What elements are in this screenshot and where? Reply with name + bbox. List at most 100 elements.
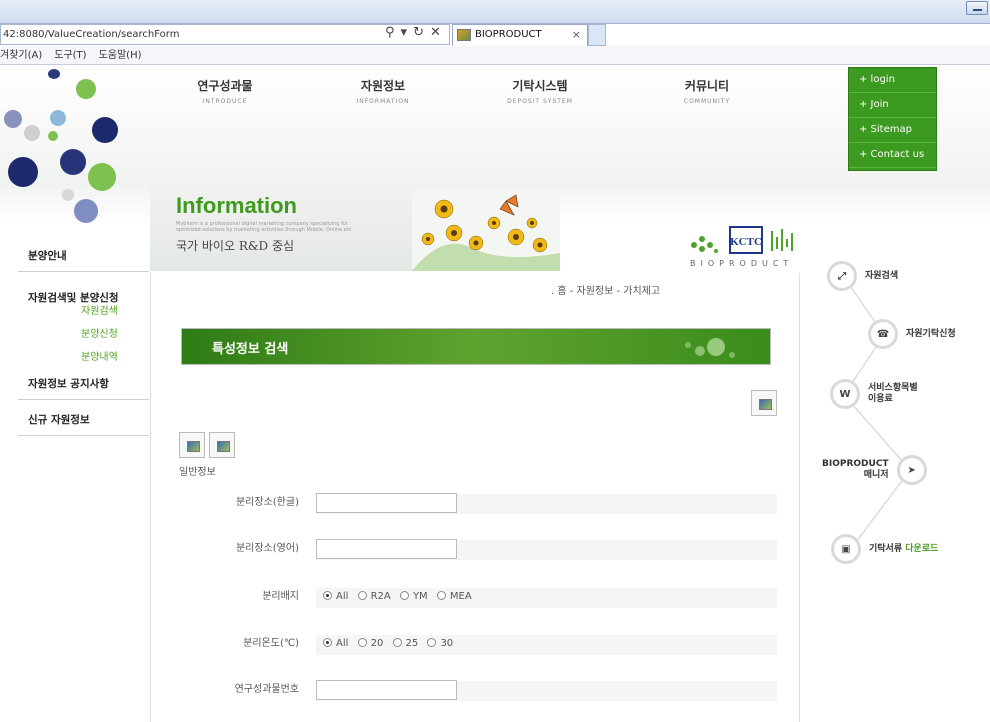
radio-medium-mea[interactable] bbox=[436, 591, 446, 600]
radio-label: YM bbox=[412, 591, 428, 602]
dropdown-icon[interactable]: ▾ bbox=[401, 25, 414, 40]
quick-menu-connector bbox=[843, 276, 911, 551]
main-content: . 홈 - 자원정보 - 가치제고 특성정보 검색 일반정보 분리장소(한글) … bbox=[150, 273, 800, 722]
gnb-community[interactable]: 커뮤니티 COMMUNITY bbox=[652, 77, 762, 105]
gnb-introduce[interactable]: 연구성과물 INTRODUCE bbox=[170, 77, 280, 105]
radio-medium-r2a[interactable] bbox=[357, 591, 367, 600]
quick-service-fee[interactable]: W 서비스항목별 이용료 bbox=[830, 379, 918, 409]
location-en-input[interactable] bbox=[316, 539, 457, 559]
tab-title: BIOPRODUCT bbox=[475, 29, 542, 40]
field-label: 분리장소(한글) bbox=[235, 497, 299, 508]
quick-label: BIOPRODUCT 매니저 bbox=[822, 459, 889, 480]
gnb-deposit-system[interactable]: 기탁시스템 DEPOSIT SYSTEM bbox=[485, 77, 595, 105]
window-titlebar bbox=[0, 0, 990, 24]
menu-help[interactable]: 도움말(H) bbox=[99, 50, 142, 61]
refresh-icon[interactable]: ↻ bbox=[413, 25, 430, 40]
field-row-temperature: 분리온도(℃) All 20 25 30 bbox=[151, 633, 801, 657]
quick-deposit-apply[interactable]: ☎ 자원기탁신청 bbox=[868, 319, 956, 349]
menu-bar: 겨찾기(A) 도구(T) 도움말(H) bbox=[0, 46, 990, 65]
kctc-logo-text: KCTC bbox=[730, 236, 762, 248]
gnb-sublabel: INFORMATION bbox=[356, 98, 410, 105]
minimize-button[interactable] bbox=[966, 1, 988, 15]
result-number-input[interactable] bbox=[316, 680, 457, 700]
gnb-label: 기탁시스템 bbox=[512, 79, 568, 93]
cursor-icon: ➤ bbox=[896, 455, 927, 485]
menu-favorites[interactable]: 겨찾기(A) bbox=[0, 50, 42, 61]
field-label: 분리배지 bbox=[262, 591, 299, 602]
quick-bioproduct-manager[interactable]: BIOPRODUCT 매니저 ➤ bbox=[822, 455, 927, 485]
field-label: 분리장소(영어) bbox=[235, 543, 299, 554]
quick-deposit-documents[interactable]: ▣ 기탁서류 다운로드 bbox=[831, 534, 938, 564]
contact-link[interactable]: + Contact us bbox=[849, 143, 936, 168]
search-icon[interactable]: ⚲ bbox=[385, 25, 401, 40]
radio-label: 20 bbox=[370, 638, 384, 649]
link-icon: ⤢ bbox=[827, 261, 857, 291]
general-info-label: 일반정보 bbox=[179, 467, 216, 478]
temperature-radio-group: All 20 25 30 bbox=[323, 638, 459, 649]
quick-label: 자원기탁신청 bbox=[906, 328, 956, 339]
tab-bioproduct[interactable]: BIOPRODUCT × bbox=[452, 24, 588, 46]
radio-label: 30 bbox=[440, 638, 454, 649]
gnb-label: 커뮤니티 bbox=[684, 79, 730, 93]
banner-title: Information bbox=[176, 193, 297, 218]
radio-temp-20[interactable] bbox=[357, 638, 367, 647]
gnb-sublabel: INTRODUCE bbox=[202, 98, 248, 105]
quick-label: 서비스항목별 이용료 bbox=[868, 383, 918, 404]
sitemap-link[interactable]: + Sitemap bbox=[849, 118, 936, 143]
field-label: 분리온도(℃) bbox=[243, 638, 299, 649]
address-bar[interactable]: 42:8080/ValueCreation/searchForm bbox=[0, 24, 450, 45]
medium-radio-group: All R2A YM MEA bbox=[323, 591, 478, 602]
field-row-location-en: 분리장소(영어) bbox=[151, 538, 801, 562]
location-ko-input[interactable] bbox=[316, 493, 457, 513]
radio-temp-all[interactable] bbox=[323, 638, 332, 647]
phone-icon: ☎ bbox=[868, 319, 898, 349]
banner-subtitle: 국가 바이오 R&D 중심 bbox=[176, 239, 295, 253]
radio-label: All bbox=[336, 591, 349, 602]
sunflower-butterfly-image bbox=[412, 193, 560, 271]
page: 연구성과물 INTRODUCE 자원정보 INFORMATION 기탁시스템 D… bbox=[0, 65, 990, 722]
gnb-sublabel: DEPOSIT SYSTEM bbox=[507, 98, 573, 105]
favicon-icon bbox=[457, 29, 471, 41]
menu-tools[interactable]: 도구(T) bbox=[54, 50, 86, 61]
radio-label: 25 bbox=[405, 638, 419, 649]
join-link[interactable]: + Join bbox=[849, 93, 936, 118]
radio-temp-25[interactable] bbox=[392, 638, 402, 647]
tab-close-icon[interactable]: × bbox=[572, 25, 581, 45]
field-label: 연구성과물번호 bbox=[234, 684, 299, 695]
radio-medium-ym[interactable] bbox=[399, 591, 409, 600]
quick-label: 기탁서류 다운로드 bbox=[869, 543, 939, 554]
image-button-1[interactable] bbox=[179, 432, 205, 458]
divider bbox=[18, 399, 149, 400]
login-link[interactable]: + login bbox=[849, 68, 936, 93]
won-icon: W bbox=[830, 379, 860, 409]
briefcase-icon: ▣ bbox=[831, 534, 861, 564]
field-row-location-ko: 분리장소(한글) bbox=[151, 492, 801, 516]
radio-temp-30[interactable] bbox=[427, 638, 437, 647]
kctc-logo: KCTC bbox=[691, 226, 793, 254]
radio-medium-all[interactable] bbox=[323, 591, 332, 600]
print-image-button[interactable] bbox=[751, 390, 777, 416]
address-bar-icons: ⚲▾↻✕ bbox=[385, 25, 447, 40]
lnb-item-resource-notice[interactable]: 자원정보 공지사항 bbox=[18, 369, 149, 399]
new-tab-button[interactable] bbox=[588, 24, 606, 46]
section-title-bar: 특성정보 검색 bbox=[181, 328, 771, 365]
gnb-label: 연구성과물 bbox=[197, 79, 253, 93]
banner-small-text: Mybitem is a professional digital market… bbox=[176, 221, 352, 233]
bubble-decoration bbox=[685, 338, 735, 358]
image-button-2[interactable] bbox=[209, 432, 235, 458]
gnb-sublabel: COMMUNITY bbox=[683, 98, 731, 105]
lnb-sub-distribution-history[interactable]: 분양내역 bbox=[18, 346, 149, 369]
field-row-result-number: 연구성과물번호 bbox=[151, 679, 801, 703]
lnb-sub-distribution-apply[interactable]: 분양신청 bbox=[18, 323, 149, 346]
lnb-item-distribution-guide[interactable]: 분양안내 bbox=[18, 241, 149, 271]
lnb-item-new-resource[interactable]: 신규 자원정보 bbox=[18, 405, 149, 435]
radio-label: All bbox=[336, 638, 349, 649]
radio-label: R2A bbox=[370, 591, 391, 602]
breadcrumb: . 홈 - 자원정보 - 가치제고 bbox=[551, 286, 661, 297]
quick-label: 자원검색 bbox=[865, 270, 899, 281]
utility-menu: + login + Join + Sitemap + Contact us bbox=[848, 67, 937, 171]
gnb-information[interactable]: 자원정보 INFORMATION bbox=[328, 77, 438, 105]
stop-icon[interactable]: ✕ bbox=[430, 25, 447, 40]
quick-resource-search[interactable]: ⤢ 자원검색 bbox=[827, 261, 898, 291]
gnb-label: 자원정보 bbox=[360, 79, 406, 93]
